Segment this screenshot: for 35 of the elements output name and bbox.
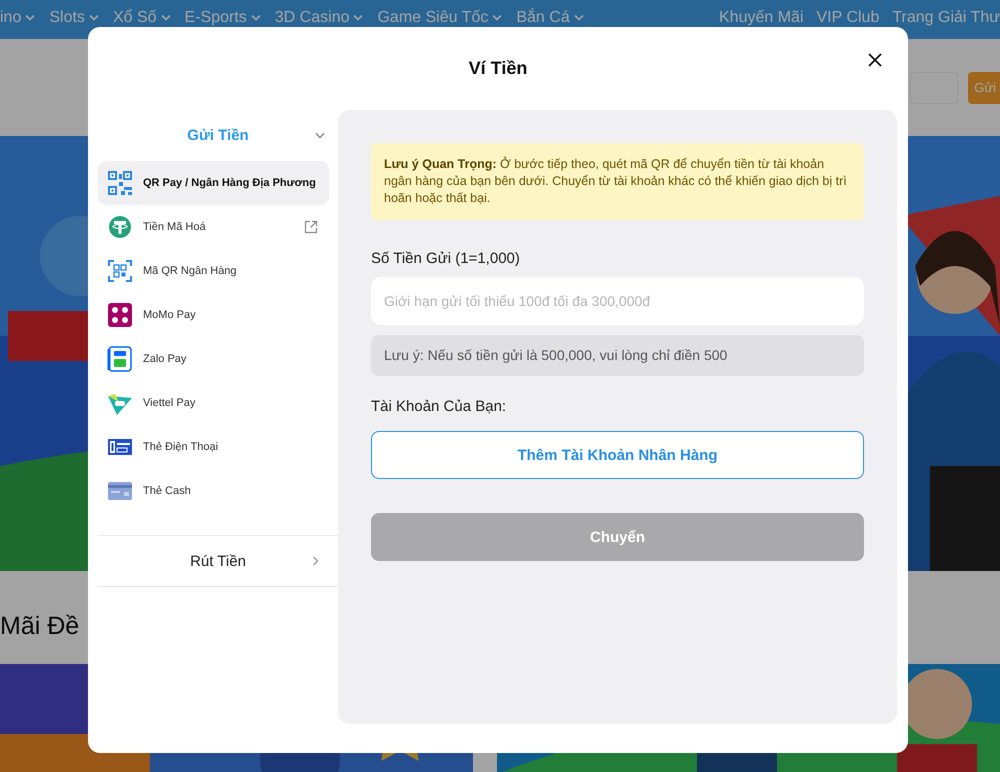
nav-link[interactable]: Trang Giải Thư xyxy=(892,8,1000,26)
deposit-section-toggle[interactable]: Gửi Tiền xyxy=(98,110,338,161)
nav-link[interactable]: Slots xyxy=(49,8,100,26)
nav-link[interactable]: Bắn Cá xyxy=(516,8,585,26)
amount-hint: Lưu ý: Nếu số tiền gửi là 500,000, vui lòng chỉ điền 500 xyxy=(371,335,864,376)
nav-link[interactable]: 3D Casino xyxy=(274,8,364,26)
payment-method-item[interactable]: Mã QR Ngân Hàng xyxy=(98,249,329,293)
payment-method-item[interactable]: Viettel Pay xyxy=(98,381,329,425)
qr-code-icon xyxy=(107,170,133,196)
dialog-title: Ví Tiền xyxy=(468,58,528,79)
field-label: Số Tiền Gửi (1=1,000) xyxy=(371,250,521,267)
wallet-app-icon xyxy=(107,302,133,328)
wallet-app-icon xyxy=(107,346,133,372)
nav-link[interactable]: VIP Club xyxy=(816,8,880,26)
payment-method-item[interactable]: QR Pay / Ngân Hàng Địa Phương xyxy=(98,161,329,205)
add-account-button[interactable]: Thêm Tài Khoản Nhân Hàng xyxy=(371,431,864,479)
payment-method-item[interactable]: Tiền Mã Hoá xyxy=(98,205,329,249)
coin-icon xyxy=(107,214,133,240)
field-label: Tài Khoản Của Bạn: xyxy=(371,398,508,415)
nav-link[interactable]: Khuyến Mãi xyxy=(719,8,804,26)
nav-link[interactable]: Game Siêu Tốc xyxy=(377,8,504,26)
payment-method-item[interactable]: Zalo Pay xyxy=(98,337,329,381)
nav-link[interactable]: ino xyxy=(0,8,36,26)
qr-scan-icon xyxy=(107,258,133,284)
close-icon xyxy=(868,53,882,67)
payment-method-item[interactable]: Thẻ Điện Thoại xyxy=(98,425,329,469)
close-button[interactable] xyxy=(866,51,884,69)
payment-method-item[interactable]: Thẻ Cash xyxy=(98,469,329,513)
amount-input-field[interactable]: Giới hạn gửi tối thiểu 100đ tối đa 300,000đ xyxy=(371,277,864,325)
deposit-button[interactable]: Gửi xyxy=(968,72,1000,104)
nav-link[interactable]: E-Sports xyxy=(184,8,262,26)
payment-method-item[interactable]: MoMo Pay xyxy=(98,293,329,337)
nav-link[interactable]: Xổ Số xyxy=(112,8,172,26)
section-title: Mãi Đề xyxy=(0,612,80,641)
notice-text: Lưu ý Quan Trọng: Ở bước tiếp theo, quét mã QR để chuyển tiền từ tài khoản ngân hàng của bạn bên dưới. Chuyển từ tài khoản khác có thể khiến giao dịch bị trì hoãn hoặc thất bại. xyxy=(371,143,864,220)
